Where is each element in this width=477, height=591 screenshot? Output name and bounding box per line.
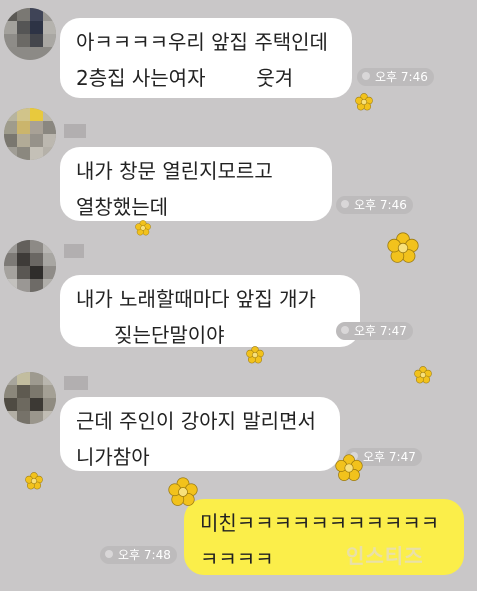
message-text: 열창했는데	[76, 195, 168, 219]
sender-name	[64, 124, 86, 138]
avatar[interactable]	[4, 8, 56, 60]
sender-name	[64, 244, 84, 258]
message-bubble[interactable]: 아ㅋㅋㅋㅋ우리 앞집 주택인데 2층집 사는여자 웃겨	[60, 18, 352, 98]
message-text: 아ㅋㅋㅋㅋ우리 앞집 주택인데	[76, 30, 328, 54]
message-time: 오후 7:46	[357, 68, 434, 86]
flower-icon	[135, 220, 151, 236]
watermark: 인스티즈	[346, 544, 424, 568]
sender-name	[64, 376, 88, 390]
message-text: 2층집 사는여자 웃겨	[76, 66, 294, 90]
message-time: 오후 7:47	[336, 322, 413, 340]
avatar[interactable]	[4, 108, 56, 160]
message-bubble[interactable]: 근데 주인이 강아지 말리면서 니가참아	[60, 397, 340, 471]
message-time: 오후 7:46	[336, 196, 413, 214]
message-text: 내가 노래할때마다 앞집 개가	[76, 287, 316, 311]
message-text: 내가 창문 열린지모르고	[76, 159, 273, 183]
flower-icon	[387, 232, 419, 263]
flower-icon	[25, 472, 43, 490]
flower-icon	[246, 346, 264, 364]
flower-icon	[168, 477, 198, 506]
message-text: 근데 주인이 강아지 말리면서	[76, 409, 316, 433]
message-bubble[interactable]: 내가 노래할때마다 앞집 개가 짖는단말이야	[60, 275, 360, 347]
message-text: 짖는단말이야	[76, 323, 225, 347]
flower-icon	[355, 93, 373, 111]
flower-icon	[335, 454, 363, 481]
message-time: 오후 7:48	[100, 546, 177, 564]
message-bubble[interactable]: 내가 창문 열린지모르고 열창했는데	[60, 147, 332, 221]
message-text: 니가참아	[76, 445, 150, 469]
flower-icon	[414, 366, 432, 384]
avatar[interactable]	[4, 240, 56, 292]
message-text: 미친ㅋㅋㅋㅋㅋㅋㅋㅋㅋㅋㅋ	[200, 511, 440, 535]
avatar[interactable]	[4, 372, 56, 424]
